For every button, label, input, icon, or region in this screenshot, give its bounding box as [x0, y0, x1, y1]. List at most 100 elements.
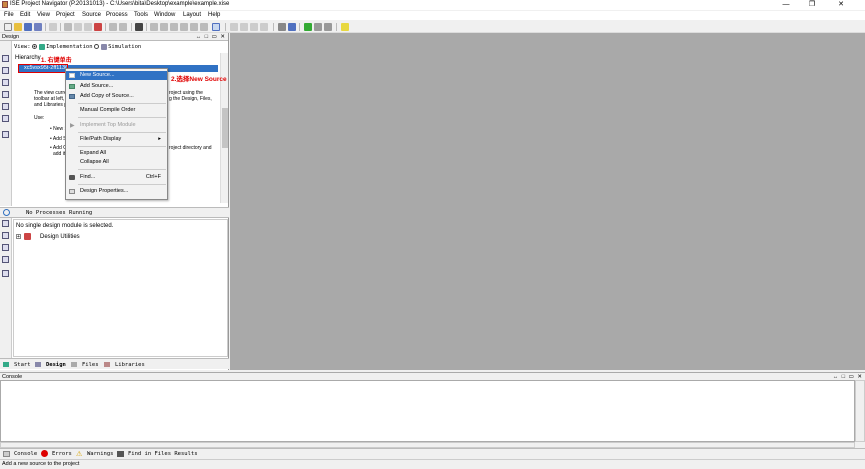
add-copy-icon[interactable] — [2, 79, 9, 86]
menu-add-source[interactable]: Add Source... — [66, 82, 167, 91]
menu-source[interactable]: Source — [82, 12, 101, 18]
menu-view[interactable]: View — [37, 12, 50, 18]
console-output[interactable] — [0, 380, 855, 442]
open-source-icon[interactable] — [2, 115, 9, 122]
open-icon[interactable] — [14, 23, 22, 31]
menu-add-copy-label[interactable]: Add Copy of Source... — [80, 93, 134, 99]
tab-console[interactable]: Console — [14, 450, 37, 458]
add-source-icon[interactable] — [2, 67, 9, 74]
summary-icon[interactable] — [2, 270, 9, 277]
tile-horizontal-icon[interactable] — [250, 23, 258, 31]
console-vertical-scrollbar[interactable] — [855, 380, 865, 442]
menu-file[interactable]: File — [4, 12, 14, 18]
zoom-in-icon[interactable] — [170, 23, 178, 31]
menu-expand-all[interactable]: Expand All — [66, 149, 167, 158]
properties-icon[interactable] — [135, 23, 143, 31]
new-source-icon — [69, 73, 75, 78]
menu-design-properties-label[interactable]: Design Properties... — [80, 188, 128, 194]
design-summary-icon[interactable] — [2, 131, 9, 138]
rerun-all-icon[interactable] — [2, 244, 9, 251]
find-icon[interactable] — [150, 23, 158, 31]
delete-icon[interactable] — [94, 23, 102, 31]
refresh-icon — [3, 209, 10, 216]
tab-warnings[interactable]: Warnings — [87, 450, 114, 458]
undo-icon[interactable] — [109, 23, 117, 31]
tab-libraries[interactable]: Libraries — [115, 361, 145, 369]
menu-project[interactable]: Project — [56, 12, 75, 18]
tab-files[interactable]: Files — [82, 361, 99, 369]
tab-find-results[interactable]: Find in Files Results — [128, 450, 198, 458]
menu-manual-compile[interactable]: Manual Compile Order — [66, 106, 167, 115]
implementation-label[interactable]: Implementation — [46, 44, 92, 50]
search-icon[interactable] — [200, 23, 208, 31]
menu-find-label[interactable]: Find... — [80, 174, 95, 180]
run-process-icon[interactable] — [2, 220, 9, 227]
hierarchy-label: Hierarchy — [15, 55, 41, 61]
help-icon[interactable] — [288, 23, 296, 31]
annotation-select-new-source: 2.选择New Source — [171, 76, 227, 83]
tab-errors[interactable]: Errors — [52, 450, 72, 458]
menu-add-copy[interactable]: Add Copy of Source... — [66, 92, 167, 101]
menu-add-source-label[interactable]: Add Source... — [80, 83, 113, 89]
paste-icon[interactable] — [84, 23, 92, 31]
menu-new-source-label[interactable]: New Source... — [80, 72, 115, 78]
cascade-icon[interactable] — [240, 23, 248, 31]
menu-help[interactable]: Help — [208, 12, 220, 18]
menu-window[interactable]: Window — [154, 12, 175, 18]
processes-header: No Processes Running — [0, 207, 229, 218]
close-button[interactable]: ✕ — [830, 0, 852, 10]
expand-icon[interactable]: + — [16, 234, 21, 240]
design-view-icon[interactable] — [212, 23, 220, 31]
tools-icon[interactable] — [278, 23, 286, 31]
tile-vertical-icon[interactable] — [260, 23, 268, 31]
minimize-button[interactable]: — — [775, 0, 797, 10]
files-tab-icon — [71, 362, 77, 367]
source-props-icon[interactable] — [2, 91, 9, 98]
maximize-button[interactable]: ❐ — [801, 0, 823, 10]
annotation-right-click: 1. 右键单击 — [41, 58, 72, 64]
panel-window-controls[interactable]: ↔ □ ▭ ✕ — [196, 33, 226, 41]
menu-collapse-all[interactable]: Collapse All — [66, 158, 167, 167]
redo-icon[interactable] — [119, 23, 127, 31]
cut-icon[interactable] — [64, 23, 72, 31]
design-utilities-item[interactable]: Design Utilities — [40, 234, 80, 240]
menu-expand-all-label[interactable]: Expand All — [80, 150, 106, 156]
run-icon[interactable] — [304, 23, 312, 31]
menu-process[interactable]: Process — [106, 12, 128, 18]
menu-tools[interactable]: Tools — [134, 12, 148, 18]
tab-start[interactable]: Start — [14, 361, 31, 369]
menu-layout[interactable]: Layout — [183, 12, 201, 18]
tile-icon[interactable] — [230, 23, 238, 31]
menu-find[interactable]: Find... Ctrl+F — [66, 173, 167, 182]
simulation-icon — [100, 43, 107, 50]
save-icon[interactable] — [24, 23, 32, 31]
rerun-icon[interactable] — [2, 232, 9, 239]
menu-file-path-label[interactable]: File/Path Display — [80, 136, 121, 142]
print-icon[interactable] — [49, 23, 57, 31]
lightbulb-icon[interactable] — [341, 23, 349, 31]
menu-edit[interactable]: Edit — [20, 12, 30, 18]
simulation-radio[interactable] — [94, 44, 100, 50]
menu-new-source[interactable]: New Source... — [66, 71, 167, 80]
save-all-icon[interactable] — [34, 23, 42, 31]
zoom-fit-icon[interactable] — [190, 23, 198, 31]
stop-icon[interactable] — [2, 256, 9, 263]
scrollbar-thumb[interactable] — [222, 108, 228, 148]
zoom-out-icon[interactable] — [180, 23, 188, 31]
processes-status: No Processes Running — [26, 210, 93, 216]
menu-collapse-all-label[interactable]: Collapse All — [80, 159, 109, 165]
sigma-icon[interactable] — [314, 23, 322, 31]
remove-icon[interactable] — [2, 103, 9, 110]
implementation-radio[interactable] — [32, 44, 38, 50]
tab-design[interactable]: Design — [46, 361, 66, 369]
copy-icon[interactable] — [74, 23, 82, 31]
menu-manual-compile-label[interactable]: Manual Compile Order — [80, 107, 135, 113]
menu-design-properties[interactable]: Design Properties... — [66, 187, 167, 196]
simulation-label[interactable]: Simulation — [108, 44, 141, 50]
pin-icon[interactable] — [324, 23, 332, 31]
find-next-icon[interactable] — [160, 23, 168, 31]
new-file-icon[interactable] — [4, 23, 12, 31]
menu-file-path-display[interactable]: File/Path Display ▸ — [66, 135, 167, 144]
hierarchy-icon[interactable] — [2, 55, 9, 62]
menu-implement-top: ▶ Implement Top Module — [66, 121, 167, 130]
